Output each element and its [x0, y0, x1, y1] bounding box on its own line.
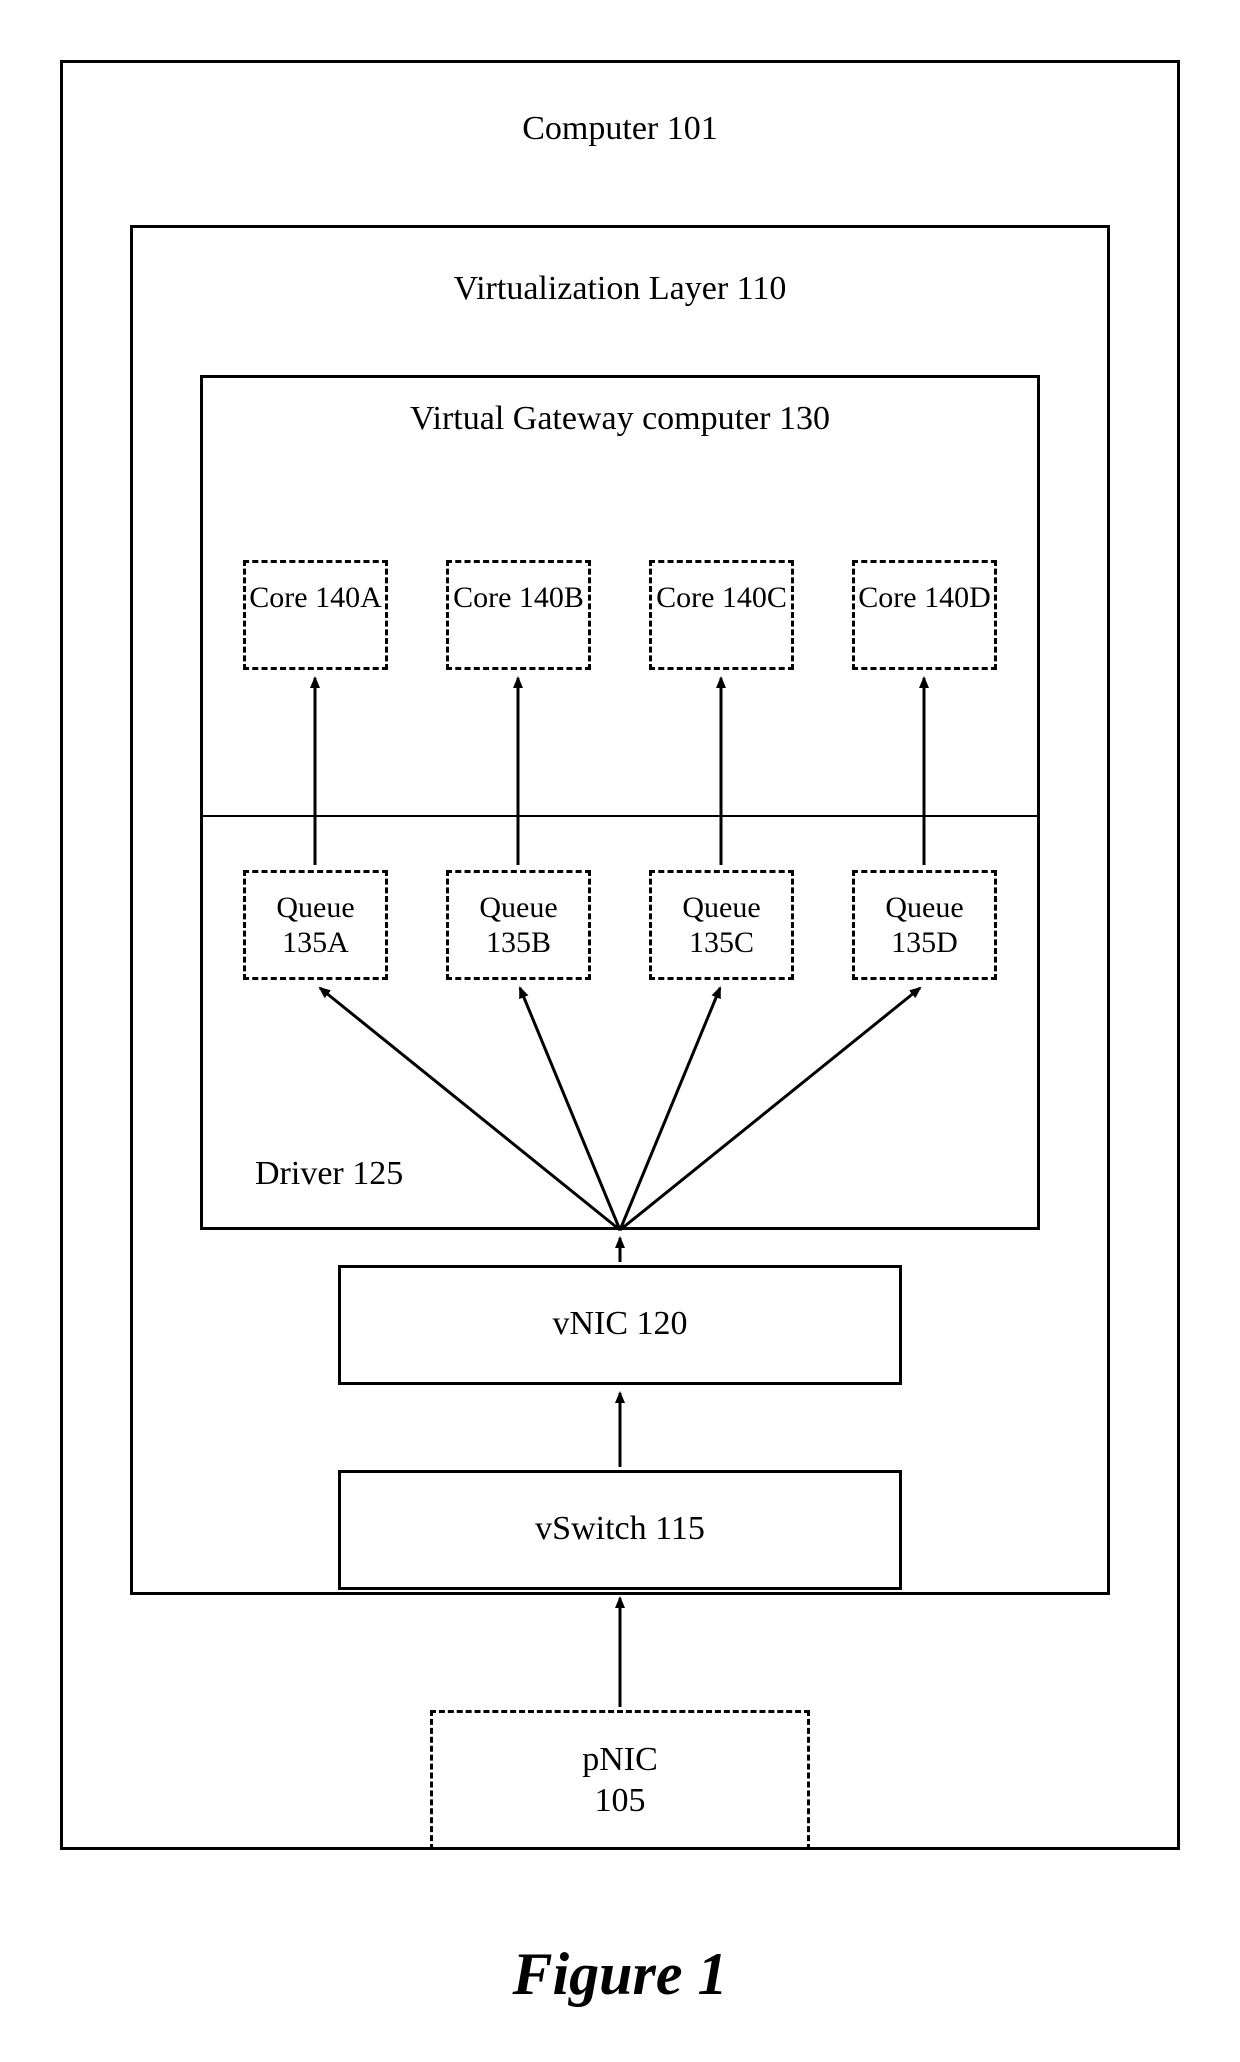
core-box-d: Core 140D — [852, 560, 997, 670]
gateway-divider — [200, 815, 1040, 817]
queue-label-d: Queue 135D — [855, 891, 994, 960]
core-box-a: Core 140A — [243, 560, 388, 670]
queue-label-a: Queue 135A — [246, 891, 385, 960]
core-box-c: Core 140C — [649, 560, 794, 670]
queue-box-d: Queue 135D — [852, 870, 997, 980]
virtualization-label: Virtualization Layer 110 — [130, 270, 1110, 308]
pnic-label: pNIC 105 — [430, 1740, 810, 1822]
core-label-c: Core 140C — [652, 581, 791, 616]
queue-box-b: Queue 135B — [446, 870, 591, 980]
core-label-a: Core 140A — [246, 581, 385, 616]
figure-caption: Figure 1 — [0, 1940, 1240, 2009]
core-box-b: Core 140B — [446, 560, 591, 670]
diagram-page: Computer 101 Virtualization Layer 110 Vi… — [0, 0, 1240, 2062]
computer-label: Computer 101 — [60, 110, 1180, 148]
gateway-box — [200, 375, 1040, 1230]
queue-label-b: Queue 135B — [449, 891, 588, 960]
vnic-label: vNIC 120 — [338, 1305, 902, 1343]
vswitch-label: vSwitch 115 — [338, 1510, 902, 1548]
queue-label-c: Queue 135C — [652, 891, 791, 960]
queue-box-c: Queue 135C — [649, 870, 794, 980]
driver-label: Driver 125 — [255, 1155, 455, 1193]
gateway-label: Virtual Gateway computer 130 — [200, 400, 1040, 438]
core-label-d: Core 140D — [855, 581, 994, 616]
core-label-b: Core 140B — [449, 581, 588, 616]
queue-box-a: Queue 135A — [243, 870, 388, 980]
